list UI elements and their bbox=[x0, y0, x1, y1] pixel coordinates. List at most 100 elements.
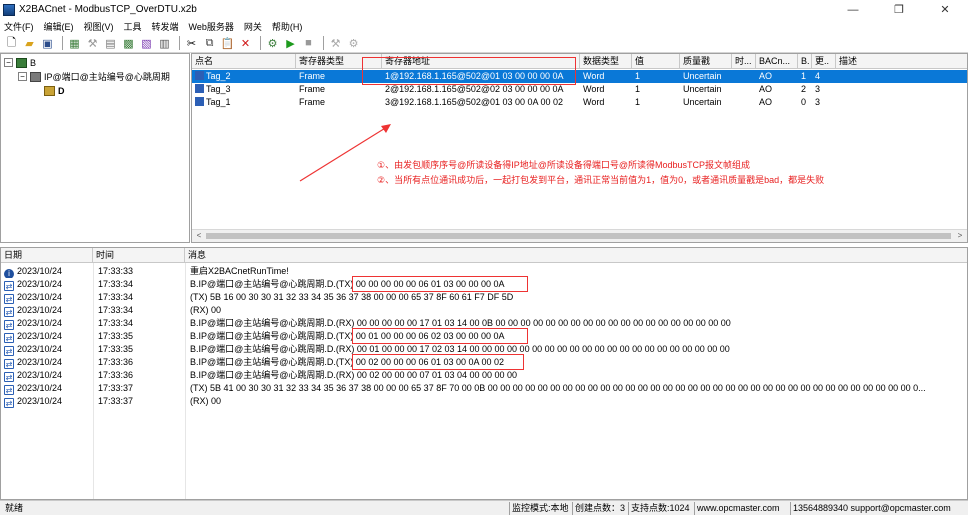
tool-b-icon[interactable]: ⚙ bbox=[346, 36, 361, 51]
log-time: 17:33:36 bbox=[98, 370, 134, 380]
monitor-icon[interactable]: ⚙ bbox=[265, 36, 280, 51]
cell-description bbox=[836, 83, 967, 96]
cell-bacnet: AO bbox=[759, 97, 773, 107]
cell-quality: Uncertain bbox=[683, 71, 722, 81]
run-icon[interactable]: ▶ bbox=[283, 36, 298, 51]
tag-grid: 点名 寄存器类型 寄存器地址 数据类型 值 质量戳 时... BACn... B… bbox=[191, 53, 968, 243]
import-icon[interactable]: ▩ bbox=[121, 36, 136, 51]
title-bar: X2BACnet - ModbusTCP_OverDTU.x2b — ❐ ✕ bbox=[0, 0, 968, 19]
app-icon bbox=[3, 3, 15, 16]
log-time: 17:33:34 bbox=[98, 305, 134, 315]
column-header-bacnet[interactable]: BACn... bbox=[756, 54, 798, 69]
column-header-quality[interactable]: 质量戳 bbox=[680, 54, 732, 69]
scroll-left-icon[interactable]: < bbox=[193, 230, 205, 242]
log-message: B.IP@端口@主站编号@心跳周期.D.(TX) 00 00 00 00 00 … bbox=[190, 279, 505, 289]
export-icon[interactable]: ▧ bbox=[139, 36, 154, 51]
comm-icon: ⇄ bbox=[4, 372, 14, 382]
column-header-time[interactable]: 时... bbox=[732, 54, 756, 69]
log-time: 17:33:34 bbox=[98, 318, 134, 328]
column-header-name[interactable]: 点名 bbox=[192, 54, 296, 69]
log-time: 17:33:37 bbox=[98, 396, 134, 406]
tx-highlight-box bbox=[352, 354, 524, 370]
tag-grid-header: 点名 寄存器类型 寄存器地址 数据类型 值 质量戳 时... BACn... B… bbox=[192, 54, 967, 69]
scroll-right-icon[interactable]: > bbox=[954, 230, 966, 242]
properties-icon[interactable]: ▥ bbox=[157, 36, 172, 51]
horizontal-scrollbar[interactable]: < > bbox=[192, 229, 967, 242]
menu-forwarder[interactable]: 转发端 bbox=[152, 20, 179, 33]
column-header-value[interactable]: 值 bbox=[632, 54, 680, 69]
menu-web-server[interactable]: Web服务器 bbox=[189, 20, 234, 33]
cell-time bbox=[732, 83, 756, 96]
column-header-data-type[interactable]: 数据类型 bbox=[580, 54, 632, 69]
column-header-date[interactable]: 日期 bbox=[1, 248, 93, 263]
comm-icon: ⇄ bbox=[4, 333, 14, 343]
column-header-b[interactable]: B. bbox=[798, 54, 812, 69]
tag-name: Tag_1 bbox=[206, 97, 231, 107]
cell-quality: Uncertain bbox=[683, 97, 722, 107]
collapse-icon[interactable]: − bbox=[4, 58, 13, 67]
tree-node-root[interactable]: − B bbox=[4, 56, 36, 69]
log-date: 2023/10/24 bbox=[17, 318, 63, 328]
log-date: 2023/10/24 bbox=[17, 344, 63, 354]
cell-time bbox=[732, 96, 756, 109]
collapse-icon[interactable]: − bbox=[18, 72, 27, 81]
annotation-line-2: ②、当所有点位通讯成功后，一起打包发到平台，通讯正常当前值为1，值为0，或者通讯… bbox=[377, 175, 825, 185]
cell-register-type: Frame bbox=[299, 97, 326, 107]
log-panel: 日期 时间 消息 i 2023/10/24 17:33:33 重启X2BACnet… bbox=[0, 247, 968, 500]
menu-file[interactable]: 文件(F) bbox=[4, 20, 34, 33]
toolbar-separator bbox=[179, 36, 180, 50]
tool-a-icon[interactable]: ⚒ bbox=[328, 36, 343, 51]
cell-bacnet: AO bbox=[759, 71, 773, 81]
column-header-message[interactable]: 消息 bbox=[185, 248, 967, 263]
group-icon bbox=[44, 85, 55, 96]
menu-edit[interactable]: 编辑(E) bbox=[44, 20, 74, 33]
cell-data-type: Word bbox=[583, 97, 605, 107]
table-row[interactable]: Tag_2 Frame 1@192.168.1.165@502@01 03 00… bbox=[192, 70, 967, 83]
minimize-button[interactable]: — bbox=[830, 0, 876, 19]
tree-node-device-label: IP@端口@主站编号@心跳周期 bbox=[44, 72, 170, 82]
log-date: 2023/10/24 bbox=[17, 331, 63, 341]
cut-icon[interactable]: ✂ bbox=[184, 36, 199, 51]
tree-node-group[interactable]: D bbox=[44, 84, 65, 97]
device-tree: − B − IP@端口@主站编号@心跳周期 D bbox=[0, 53, 190, 243]
menu-help[interactable]: 帮助(H) bbox=[272, 20, 303, 33]
table-row[interactable]: Tag_3 Frame 2@192.168.1.165@502@02 03 00… bbox=[192, 83, 967, 96]
table-row[interactable]: Tag_1 Frame 3@192.168.1.165@502@01 03 00… bbox=[192, 96, 967, 109]
scrollbar-thumb[interactable] bbox=[206, 233, 951, 239]
cell-value: 1 bbox=[635, 84, 641, 94]
maximize-button[interactable]: ❐ bbox=[876, 0, 922, 19]
stop-icon[interactable]: ■ bbox=[301, 36, 316, 51]
log-row[interactable]: ⇄ 2023/10/24 17:33:34 (TX) 5B 16 00 30 30… bbox=[1, 291, 967, 304]
add-node-icon[interactable]: ⚒ bbox=[85, 36, 100, 51]
log-time: 17:33:35 bbox=[98, 331, 134, 341]
close-button[interactable]: ✕ bbox=[922, 0, 968, 19]
log-date: 2023/10/24 bbox=[17, 396, 63, 406]
add-group-icon[interactable]: ▤ bbox=[103, 36, 118, 51]
menu-view[interactable]: 视图(V) bbox=[84, 20, 114, 33]
delete-icon[interactable]: ✕ bbox=[238, 36, 253, 51]
save-icon[interactable]: ▣ bbox=[40, 36, 55, 51]
open-folder-icon[interactable]: ▰ bbox=[22, 36, 37, 51]
status-ready: 就绪 bbox=[5, 503, 24, 513]
log-row[interactable]: ⇄ 2023/10/24 17:33:37 (TX) 5B 41 00 30 30… bbox=[1, 382, 967, 395]
log-row[interactable]: ⇄ 2023/10/24 17:33:37 (RX) 00 bbox=[1, 395, 967, 408]
log-row[interactable]: ⇄ 2023/10/24 17:33:36 B.IP@端口@主站编号@心跳周期.D… bbox=[1, 369, 967, 382]
column-header-update[interactable]: 更.. bbox=[812, 54, 836, 69]
menu-tools[interactable]: 工具 bbox=[124, 20, 142, 33]
cell-b: 0 bbox=[801, 97, 807, 107]
tag-name: Tag_3 bbox=[206, 84, 231, 94]
annotation-line-1: ①、由发包顺序序号@所读设备得IP地址@所读设备得端口号@所读得ModbusTC… bbox=[377, 160, 751, 170]
log-message: B.IP@端口@主站编号@心跳周期.D.(RX) 00 01 00 00 00 … bbox=[190, 344, 730, 354]
menu-gateway[interactable]: 网关 bbox=[244, 20, 262, 33]
log-date: 2023/10/24 bbox=[17, 370, 63, 380]
tree-node-device[interactable]: − IP@端口@主站编号@心跳周期 bbox=[18, 70, 170, 83]
column-header-time[interactable]: 时间 bbox=[93, 248, 185, 263]
cell-data-type: Word bbox=[583, 71, 605, 81]
new-file-icon[interactable]: 🗋 bbox=[4, 36, 19, 51]
column-header-description[interactable]: 描述 bbox=[836, 54, 967, 69]
menu-bar: 文件(F) 编辑(E) 视图(V) 工具 转发端 Web服务器 网关 帮助(H) bbox=[0, 19, 968, 34]
copy-icon[interactable]: ⧉ bbox=[202, 36, 217, 51]
log-row[interactable]: ⇄ 2023/10/24 17:33:34 (RX) 00 bbox=[1, 304, 967, 317]
paste-icon[interactable]: 📋 bbox=[220, 36, 235, 51]
add-device-icon[interactable]: ▦ bbox=[67, 36, 82, 51]
